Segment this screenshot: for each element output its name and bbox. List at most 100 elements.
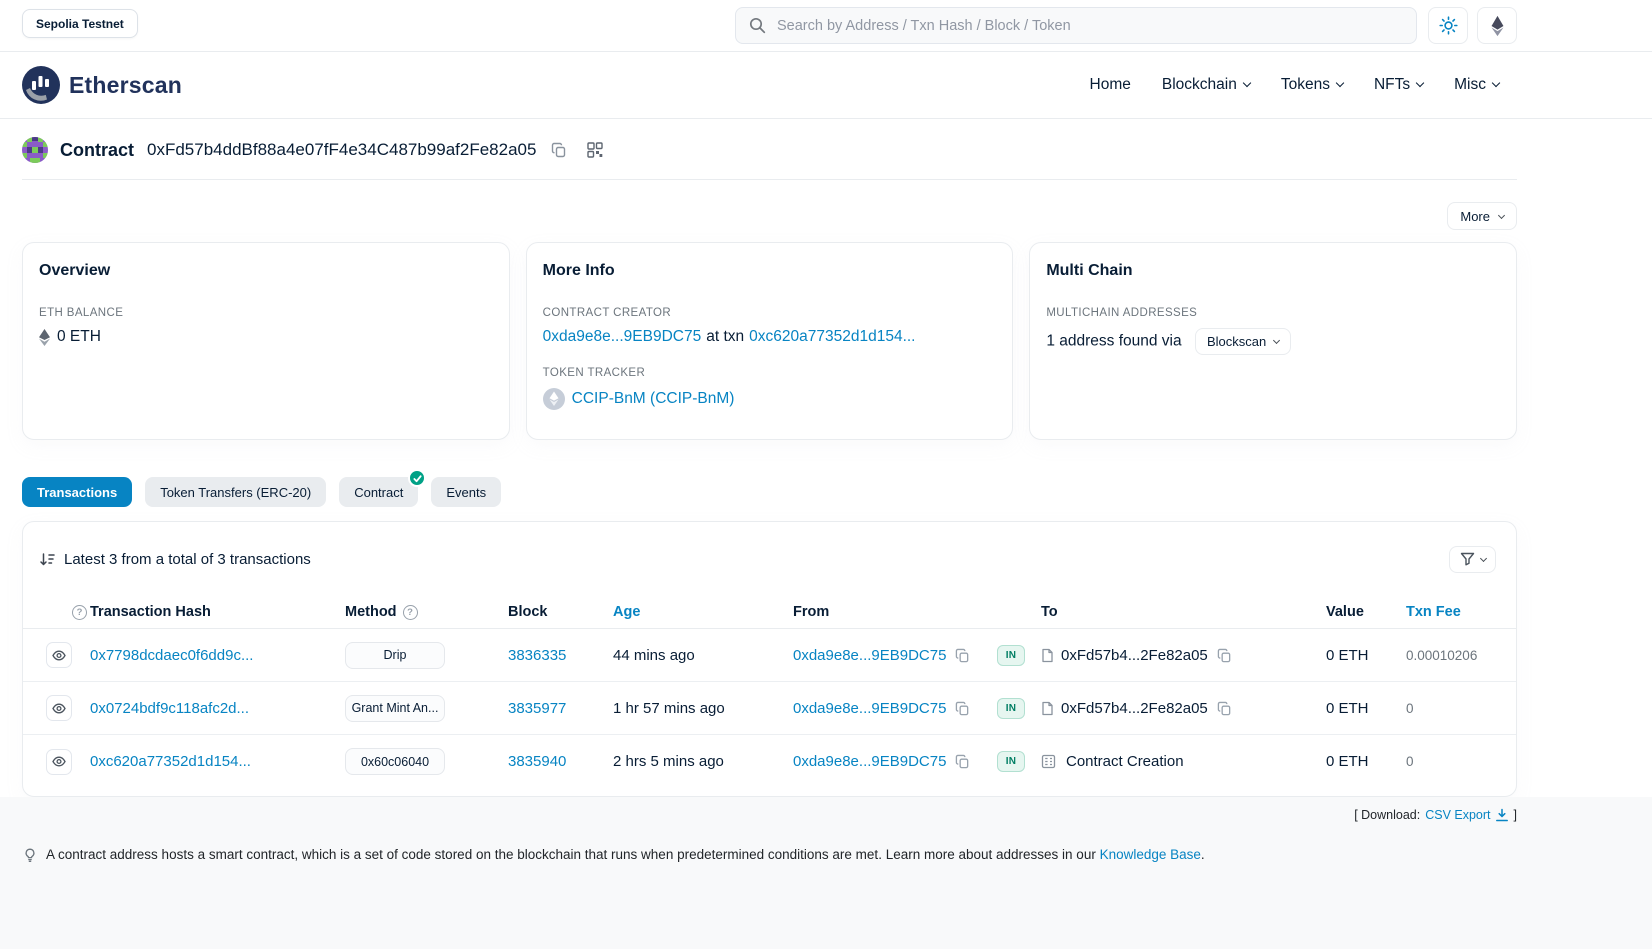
- qr-code-icon: [587, 142, 603, 158]
- copy-from-button[interactable]: [953, 646, 972, 665]
- multi-chain-card: Multi Chain MULTICHAIN ADDRESSES 1 addre…: [1029, 242, 1517, 440]
- file-icon: [1041, 701, 1054, 716]
- method-pill[interactable]: 0x60c06040: [345, 748, 445, 775]
- nav-blockchain[interactable]: Blockchain: [1162, 76, 1250, 94]
- value-cell: 0 ETH: [1326, 647, 1406, 664]
- tab-transactions[interactable]: Transactions: [22, 477, 132, 507]
- age-cell: 1 hr 57 mins ago: [613, 700, 793, 717]
- row-help-icon[interactable]: ?: [72, 605, 87, 620]
- eye-icon: [52, 650, 66, 661]
- block-link[interactable]: 3836335: [508, 647, 566, 664]
- tx-hash-link[interactable]: 0x7798dcdaec0f6dd9c...: [90, 647, 253, 664]
- copy-to-button[interactable]: [1215, 699, 1234, 718]
- txn-fee-cell: 0: [1406, 754, 1496, 769]
- tx-hash-link[interactable]: 0xc620a77352d1d154...: [90, 753, 251, 770]
- theme-toggle-button[interactable]: [1428, 7, 1468, 44]
- search-box[interactable]: [735, 7, 1417, 44]
- creation-txn-link[interactable]: 0xc620a77352d1d154...: [749, 328, 915, 346]
- tx-preview-button[interactable]: [46, 695, 72, 721]
- col-transaction-hash: Transaction Hash: [90, 604, 345, 620]
- method-pill[interactable]: Drip: [345, 642, 445, 669]
- from-address-link[interactable]: 0xda9e8e...9EB9DC75: [793, 647, 946, 664]
- lightbulb-icon: [22, 847, 38, 863]
- block-link[interactable]: 3835940: [508, 753, 566, 770]
- download-icon: [1495, 808, 1509, 822]
- copy-icon: [1217, 701, 1232, 716]
- direction-badge: IN: [997, 751, 1025, 772]
- verified-check-icon: [408, 469, 426, 487]
- nav-home[interactable]: Home: [1090, 76, 1131, 94]
- creator-address-link[interactable]: 0xda9e8e...9EB9DC75: [543, 328, 702, 346]
- etherscan-logo[interactable]: Etherscan: [22, 66, 182, 104]
- eth-balance-label: ETH BALANCE: [39, 307, 493, 319]
- main-nav: Home Blockchain Tokens NFTs Misc: [1090, 76, 1499, 94]
- chevron-down-icon: [1416, 79, 1424, 87]
- tx-hash-link[interactable]: 0x0724bdf9c118afc2d...: [90, 700, 249, 717]
- contract-address: 0xFd57b4ddBf88a4e07fF4e34C487b99af2Fe82a…: [147, 140, 536, 160]
- copy-to-button[interactable]: [1215, 646, 1234, 665]
- sort-icon: [39, 552, 55, 567]
- search-icon: [749, 17, 766, 34]
- card-title: Overview: [39, 262, 493, 280]
- table-row: 0x0724bdf9c118afc2d... Grant Mint An... …: [23, 682, 1516, 735]
- page-footer: [ Download: CSV Export ] A contract addr…: [0, 797, 1652, 949]
- overview-card: Overview ETH BALANCE 0 ETH: [22, 242, 510, 440]
- method-help-icon[interactable]: ?: [403, 605, 418, 620]
- creator-mid-text: at txn: [706, 328, 744, 346]
- tab-events[interactable]: Events: [431, 477, 501, 507]
- token-tracker-link[interactable]: CCIP-BnM (CCIP-BnM): [572, 390, 735, 408]
- nav-tokens[interactable]: Tokens: [1281, 76, 1343, 94]
- nav-nfts[interactable]: NFTs: [1374, 76, 1423, 94]
- age-cell: 2 hrs 5 mins ago: [613, 753, 793, 770]
- address-identicon: [22, 137, 48, 163]
- csv-export-link[interactable]: CSV Export: [1425, 808, 1508, 822]
- network-selector-button[interactable]: Sepolia Testnet: [22, 9, 138, 38]
- download-suffix: ]: [1514, 808, 1517, 822]
- contract-header: Contract 0xFd57b4ddBf88a4e07fF4e34C487b9…: [22, 119, 1517, 180]
- qr-code-button[interactable]: [582, 139, 608, 161]
- txn-fee-cell: 0.00010206: [1406, 648, 1496, 663]
- transactions-panel: Latest 3 from a total of 3 transactions …: [22, 521, 1517, 797]
- copy-from-button[interactable]: [953, 699, 972, 718]
- search-input[interactable]: [775, 17, 1403, 35]
- table-row: 0x7798dcdaec0f6dd9c... Drip 3836335 44 m…: [23, 629, 1516, 682]
- brand-name: Etherscan: [69, 72, 182, 99]
- tx-preview-button[interactable]: [46, 642, 72, 668]
- contract-creator-label: CONTRACT CREATOR: [543, 307, 997, 319]
- network-switch-button[interactable]: [1477, 7, 1517, 44]
- method-pill[interactable]: Grant Mint An...: [345, 695, 445, 722]
- copy-address-button[interactable]: [546, 139, 572, 161]
- filter-button[interactable]: [1449, 546, 1496, 573]
- nav-misc[interactable]: Misc: [1454, 76, 1499, 94]
- chevron-down-icon: [1479, 554, 1486, 561]
- chevron-down-icon: [1336, 79, 1344, 87]
- copy-icon: [955, 754, 970, 769]
- col-txn-fee-toggle[interactable]: Txn Fee: [1406, 604, 1461, 620]
- blockscan-selector[interactable]: Blockscan: [1195, 328, 1291, 355]
- copy-from-button[interactable]: [953, 752, 972, 771]
- more-dropdown-button[interactable]: More: [1447, 202, 1517, 230]
- eth-glyph-icon: [39, 329, 50, 346]
- page-title: Contract: [60, 140, 134, 161]
- tab-contract[interactable]: Contract: [339, 477, 418, 507]
- to-address: 0xFd57b4...2Fe82a05: [1061, 647, 1208, 664]
- col-age-toggle[interactable]: Age: [613, 604, 640, 620]
- from-address-link[interactable]: 0xda9e8e...9EB9DC75: [793, 753, 946, 770]
- eye-icon: [52, 756, 66, 767]
- ethereum-diamond-icon: [1490, 15, 1505, 37]
- from-address-link[interactable]: 0xda9e8e...9EB9DC75: [793, 700, 946, 717]
- table-row: 0xc620a77352d1d154... 0x60c06040 3835940…: [23, 735, 1516, 788]
- direction-badge: IN: [997, 698, 1025, 719]
- tx-preview-button[interactable]: [46, 749, 72, 775]
- chevron-down-icon: [1273, 337, 1280, 344]
- contract-note: A contract address hosts a smart contrac…: [46, 846, 1205, 864]
- age-cell: 44 mins ago: [613, 647, 793, 664]
- file-icon: [1041, 648, 1054, 663]
- block-link[interactable]: 3835977: [508, 700, 566, 717]
- knowledge-base-link[interactable]: Knowledge Base: [1100, 847, 1201, 862]
- tab-token-transfers[interactable]: Token Transfers (ERC-20): [145, 477, 326, 507]
- value-cell: 0 ETH: [1326, 753, 1406, 770]
- chevron-down-icon: [1492, 79, 1500, 87]
- table-header-row: ? Transaction Hash Method? Block Age Fro…: [23, 596, 1516, 629]
- token-logo-icon: [543, 388, 565, 410]
